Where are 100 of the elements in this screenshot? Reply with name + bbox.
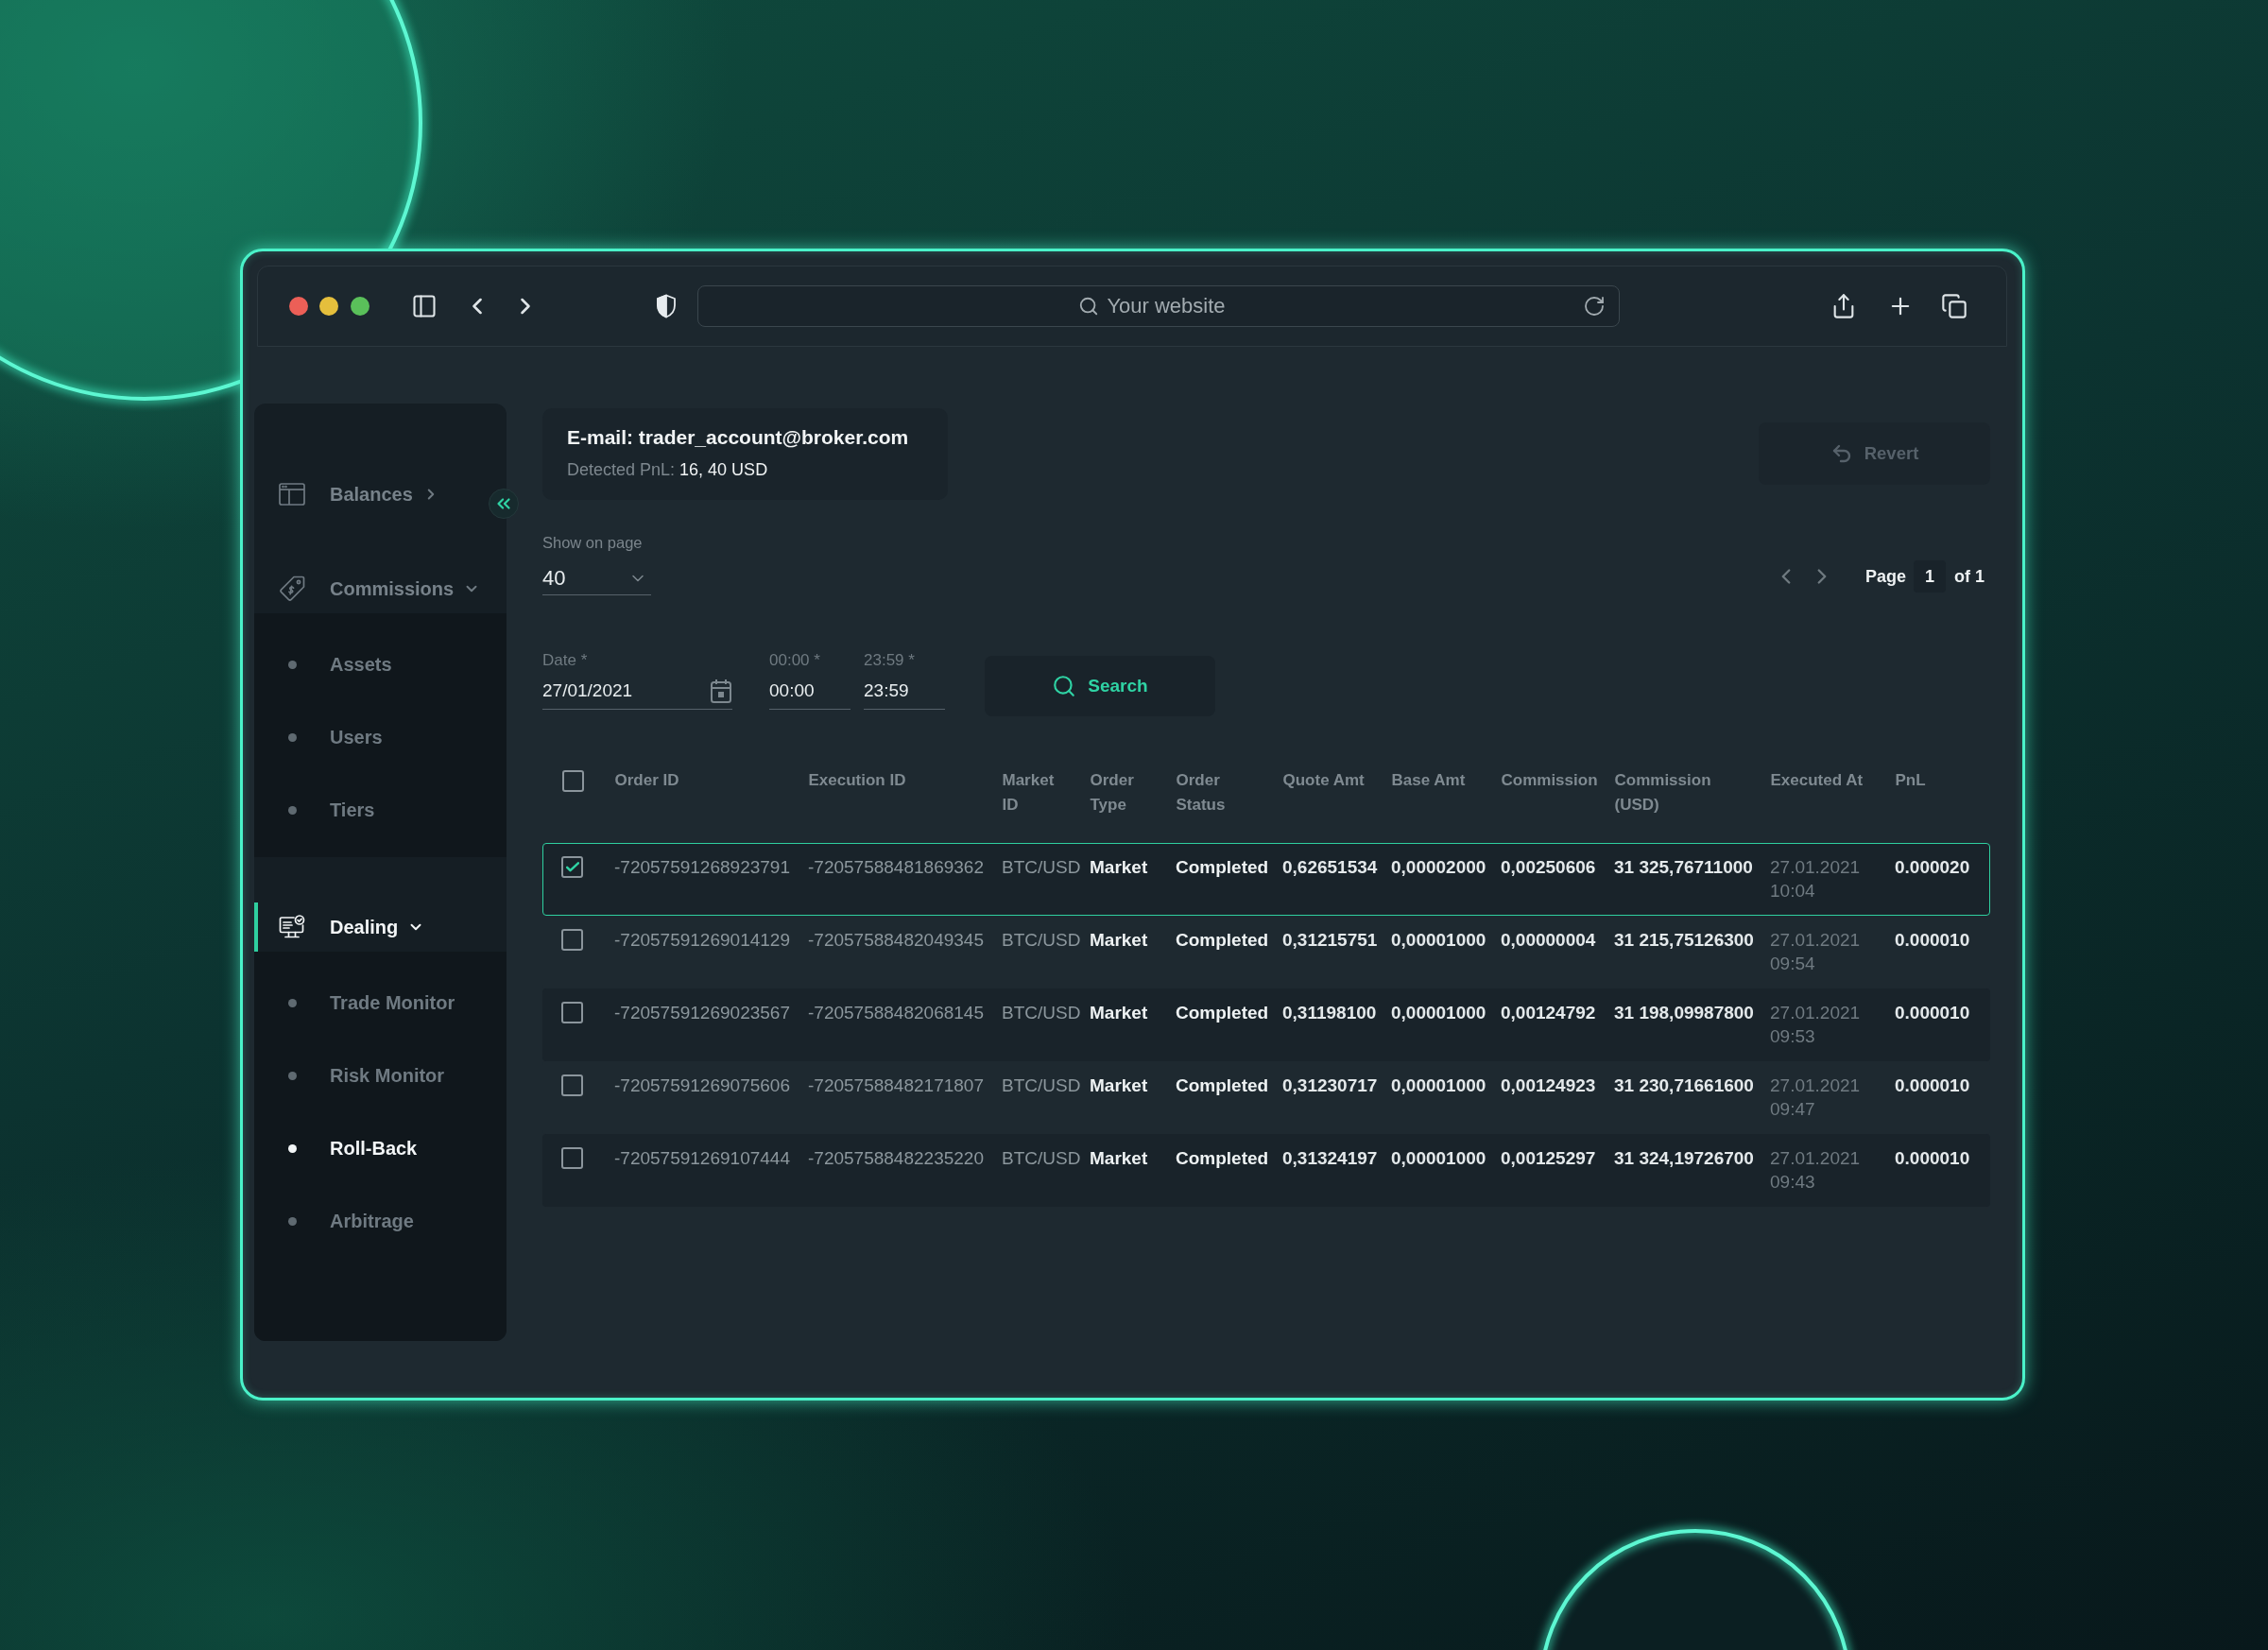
checkbox[interactable] [561, 770, 584, 792]
table-cell-text: 0.000020 [1895, 856, 1970, 879]
table-row[interactable]: -72057591269107444 -72057588482235220 BTC/USD Market Completed 0,31324197 0,00001000 0,00125297 31 324,19726700 27.01.2021 09:43 0.000010 [542, 1134, 1990, 1207]
table-cell-text: 0,00001000 [1391, 929, 1486, 952]
table-cell-text: -72057588481869362 [808, 856, 984, 879]
table-cell-text: 0,00002000 [1391, 856, 1486, 879]
column-header: Commission [1501, 770, 1598, 791]
table-cell-text: 27.01.2021 10:04 [1770, 856, 1862, 902]
shield-icon[interactable] [656, 294, 677, 318]
table-cell-text: 27.01.2021 09:47 [1770, 1074, 1862, 1121]
table-cell-text: 0,00001000 [1391, 1002, 1486, 1024]
table-cell-text: Completed [1176, 856, 1269, 879]
table-cell-text: -72057591268923791 [614, 856, 790, 879]
table-cell-text: Market [1090, 929, 1148, 952]
minimize-window-icon[interactable] [319, 297, 338, 316]
checkbox[interactable] [561, 1074, 583, 1096]
table-cell-text: 31 215,75126300 [1614, 929, 1754, 952]
field-label: Show on page [542, 533, 643, 552]
sidebar-item[interactable]: Commissions [254, 564, 489, 613]
table-cell-text: 0,00001000 [1391, 1147, 1486, 1170]
table-cell-text: Market [1090, 1074, 1148, 1097]
tabs-overview-icon[interactable] [1941, 293, 1967, 319]
table-cell-text: Completed [1176, 1002, 1269, 1024]
sidebar-toggle-icon[interactable] [411, 293, 438, 319]
page-label: Page [1864, 566, 1906, 587]
sidebar-subitem[interactable]: Tiers [254, 774, 507, 847]
table-row[interactable]: -72057591269023567 -72057588482068145 BTC/USD Market Completed 0,31198100 0,00001000 0,00124792 31 198,09987800 27.01.2021 09:53 0.000010 [542, 988, 1990, 1061]
table-cell-text: 31 198,09987800 [1614, 1002, 1754, 1024]
reload-icon[interactable] [1583, 295, 1606, 318]
calendar-icon[interactable] [710, 679, 732, 703]
dot-icon [288, 806, 297, 815]
close-window-icon[interactable] [289, 297, 308, 316]
maximize-window-icon[interactable] [351, 297, 369, 316]
search-icon [1052, 674, 1077, 698]
pnl-label: Detected PnL: [567, 459, 676, 480]
table-cell-text: 0,00125297 [1501, 1147, 1596, 1170]
table-cell-text: BTC/USD [1002, 929, 1081, 952]
column-header: Base Amt [1391, 770, 1466, 791]
checkmark-icon [565, 862, 579, 872]
table-cell-text: BTC/USD [1002, 1147, 1081, 1170]
table-cell-text: 31 324,19726700 [1614, 1147, 1754, 1170]
checkbox[interactable] [561, 1002, 583, 1023]
column-header: Commission (USD) [1614, 770, 1712, 816]
page-number-field[interactable]: 1 [1914, 560, 1946, 593]
page-total: of 1 [1954, 566, 1984, 587]
price-tag-icon [279, 576, 305, 602]
table-cell-text: Market [1090, 1147, 1148, 1170]
table-cell-text: 0,00124923 [1501, 1074, 1596, 1097]
column-header: Quote Amt [1282, 770, 1365, 791]
column-header: PnL [1895, 770, 1926, 791]
column-header: Order ID [614, 770, 679, 791]
table-cell-text: -72057588482068145 [808, 1002, 984, 1024]
table-cell-text: 0.000010 [1895, 1002, 1970, 1024]
table-cell-text: Market [1090, 856, 1148, 879]
table-cell-text: Completed [1176, 1147, 1269, 1170]
search-button[interactable]: Search [985, 656, 1215, 716]
table-cell-text: Completed [1176, 929, 1269, 952]
sidebar-subitem[interactable]: Arbitrage [254, 1185, 507, 1258]
table-cell-text: 27.01.2021 09:43 [1770, 1147, 1862, 1194]
table-cell-text: 0,00250606 [1501, 856, 1596, 879]
table-cell-text: BTC/USD [1002, 856, 1081, 879]
sidebar-subitem[interactable]: Assets [254, 628, 507, 701]
browser-window-icon [279, 483, 305, 506]
table-cell-text: 27.01.2021 09:54 [1770, 929, 1862, 975]
table-cell-text: 0.000010 [1895, 1074, 1970, 1097]
dot-icon [288, 999, 297, 1007]
table-cell-text: -72057588482171807 [808, 1074, 984, 1097]
date-field[interactable]: 27/01/2021 [542, 676, 732, 710]
address-bar[interactable]: Your website [697, 285, 1620, 327]
checkbox[interactable] [561, 856, 583, 878]
dot-icon [288, 1217, 297, 1226]
sidebar-subitem[interactable]: Risk Monitor [254, 1040, 507, 1112]
checkbox[interactable] [561, 1147, 583, 1169]
column-header: Execution ID [808, 770, 906, 791]
field-label: Date * [542, 651, 588, 670]
sidebar-item[interactable]: Balances [254, 470, 447, 519]
table-cell-text: 0.000010 [1895, 929, 1970, 952]
table-row[interactable]: -72057591268923791 -72057588481869362 BTC/USD Market Completed 0,62651534 0,00002000 0,00250606 31 325,76711000 27.01.2021 10:04 0.000020 [542, 843, 1990, 916]
table-cell-text: 0,31230717 [1282, 1074, 1378, 1097]
time-field[interactable]: 23:59 [864, 676, 945, 710]
time-field[interactable]: 00:00 [769, 676, 850, 710]
column-header: Market ID [1002, 770, 1056, 816]
table-cell-text: -72057591269023567 [614, 1002, 790, 1024]
sidebar-subitem[interactable]: Users [254, 701, 507, 774]
table-cell-text: BTC/USD [1002, 1074, 1081, 1097]
table-cell-text: 0,00000004 [1501, 929, 1596, 952]
sidebar-subitem[interactable]: Trade Monitor [254, 967, 507, 1040]
table-cell-text: BTC/USD [1002, 1002, 1081, 1024]
table-cell-text: Completed [1176, 1074, 1269, 1097]
table-cell-text: Market [1090, 1002, 1148, 1024]
monitor-check-icon [279, 915, 305, 939]
checkbox[interactable] [561, 929, 583, 951]
table-cell-text: 0.000010 [1895, 1147, 1970, 1170]
column-header: Executed At [1770, 770, 1864, 791]
dot-icon [288, 733, 297, 742]
field-label: 23:59 * [864, 651, 915, 670]
page-size-select[interactable]: 40 [542, 561, 651, 595]
table-cell-text: -72057588482049345 [808, 929, 984, 952]
table-cell-text: -72057591269014129 [614, 929, 790, 952]
sidebar-subitem[interactable]: Roll-Back [254, 1112, 507, 1185]
